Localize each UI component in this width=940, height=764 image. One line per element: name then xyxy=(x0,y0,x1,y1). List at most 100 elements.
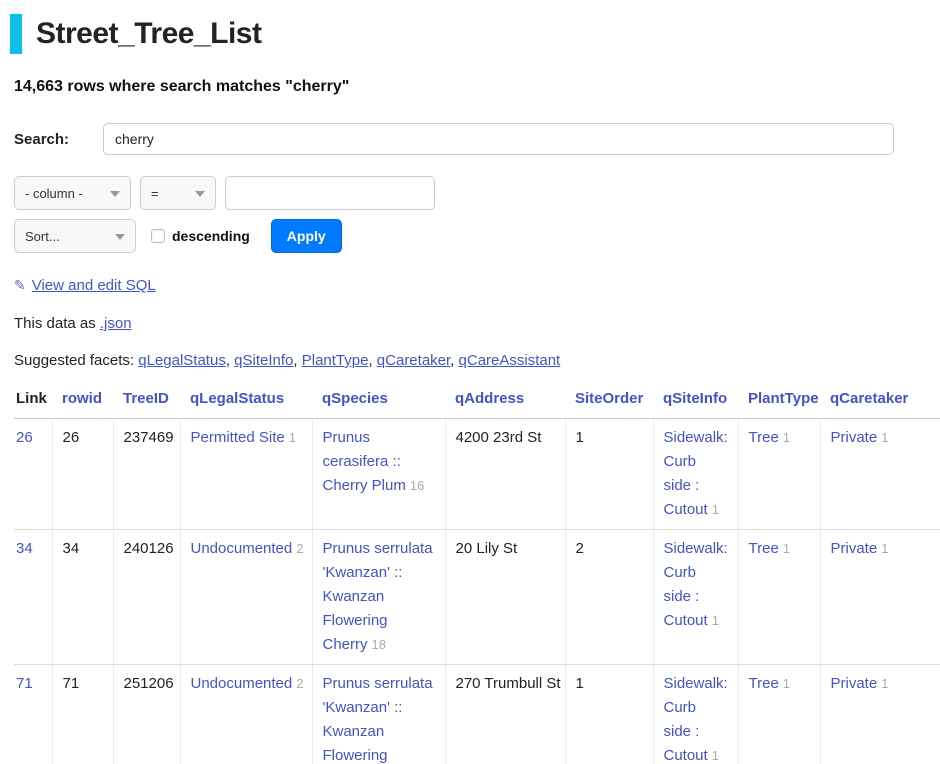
accent-bar xyxy=(10,14,22,54)
operator-select[interactable]: = xyxy=(140,176,216,210)
table-header-row: Link rowid TreeID qLegalStatus qSpecies … xyxy=(14,383,940,419)
column-header-qsiteinfo[interactable]: qSiteInfo xyxy=(653,383,738,419)
chevron-down-icon xyxy=(195,191,205,197)
cell-qaddress: 270 Trumbull St xyxy=(445,665,565,764)
facets-label: Suggested facets: xyxy=(14,352,138,369)
cell-qaddress: 4200 23rd St xyxy=(445,419,565,530)
facet-link-qsiteinfo[interactable]: qSiteInfo xyxy=(234,352,293,369)
cell-qspecies: Prunus serrulata 'Kwanzan' :: Kwanzan Fl… xyxy=(312,665,445,764)
cell-link: 34 xyxy=(14,530,52,665)
cell-qcaretaker: Private1 xyxy=(820,419,940,530)
cell-qspecies: Prunus serrulata 'Kwanzan' :: Kwanzan Fl… xyxy=(312,530,445,665)
suggested-facets-row: Suggested facets: qLegalStatus, qSiteInf… xyxy=(14,352,926,369)
cell-qspecies: Prunus cerasifera :: Cherry Plum16 xyxy=(312,419,445,530)
facet-value-link[interactable]: Tree xyxy=(749,540,779,557)
sort-select-value: Sort... xyxy=(25,229,60,244)
chevron-down-icon xyxy=(115,234,125,240)
facet-count: 2 xyxy=(296,541,303,556)
cell-qlegalstatus: Undocumented2 xyxy=(180,530,312,665)
table-row: 26 26 237469 Permitted Site 1 Prunus cera… xyxy=(14,419,940,530)
view-edit-sql-link[interactable]: View and edit SQL xyxy=(32,277,156,294)
facet-value-link[interactable]: Undocumented xyxy=(191,675,293,692)
facet-count: 1 xyxy=(712,502,719,517)
row-link[interactable]: 26 xyxy=(16,429,33,446)
facet-link-qcareassistant[interactable]: qCareAssistant xyxy=(459,352,561,369)
facet-link-planttype[interactable]: PlantType xyxy=(302,352,369,369)
column-header-qcaretaker[interactable]: qCaretaker xyxy=(820,383,940,419)
column-header-rowid[interactable]: rowid xyxy=(52,383,113,419)
cell-qcaretaker: Private1 xyxy=(820,665,940,764)
data-export-row: This data as .json xyxy=(14,315,926,332)
facet-value-link[interactable]: Undocumented xyxy=(191,540,293,557)
cell-treeid: 251206 xyxy=(113,665,180,764)
cell-siteorder: 1 xyxy=(565,419,653,530)
facet-value-link[interactable]: Tree xyxy=(749,675,779,692)
sort-row: Sort... descending Apply xyxy=(14,219,926,253)
descending-label: descending xyxy=(172,228,250,244)
filter-value-input[interactable] xyxy=(225,176,435,210)
cell-rowid: 71 xyxy=(52,665,113,764)
sort-select[interactable]: Sort... xyxy=(14,219,136,253)
cell-qsiteinfo: Sidewalk: Curb side : Cutout1 xyxy=(653,530,738,665)
cell-siteorder: 2 xyxy=(565,530,653,665)
cell-siteorder: 1 xyxy=(565,665,653,764)
cell-qlegalstatus: Undocumented2 xyxy=(180,665,312,764)
cell-rowid: 34 xyxy=(52,530,113,665)
column-select[interactable]: - column - xyxy=(14,176,131,210)
column-header-planttype[interactable]: PlantType xyxy=(738,383,820,419)
cell-treeid: 237469 xyxy=(113,419,180,530)
column-header-qaddress[interactable]: qAddress xyxy=(445,383,565,419)
facet-value-link[interactable]: Tree xyxy=(749,429,779,446)
page-header: Street_Tree_List xyxy=(10,14,926,54)
apply-button[interactable]: Apply xyxy=(271,219,342,253)
facet-value-link[interactable]: Private xyxy=(831,540,878,557)
facet-count: 1 xyxy=(712,613,719,628)
column-header-qspecies[interactable]: qSpecies xyxy=(312,383,445,419)
facet-link-qlegalstatus[interactable]: qLegalStatus xyxy=(138,352,226,369)
facet-count: 18 xyxy=(372,637,386,652)
facet-value-link[interactable]: Prunus serrulata 'Kwanzan' :: Kwanzan Fl… xyxy=(323,675,433,764)
data-as-prefix: This data as xyxy=(14,315,100,332)
search-row: Search: xyxy=(14,123,926,155)
row-count-summary: 14,663 rows where search matches "cherry… xyxy=(14,78,926,96)
facet-count: 1 xyxy=(783,541,790,556)
page-title: Street_Tree_List xyxy=(36,14,261,54)
column-header-treeid[interactable]: TreeID xyxy=(113,383,180,419)
cell-qsiteinfo: Sidewalk: Curb side : Cutout1 xyxy=(653,665,738,764)
facet-count: 16 xyxy=(410,478,424,493)
row-link[interactable]: 34 xyxy=(16,540,33,557)
cell-planttype: Tree 1 xyxy=(738,665,820,764)
cell-planttype: Tree 1 xyxy=(738,419,820,530)
row-link[interactable]: 71 xyxy=(16,675,33,692)
facet-count: 1 xyxy=(783,430,790,445)
facet-value-link[interactable]: Private xyxy=(831,675,878,692)
facet-count: 1 xyxy=(881,541,888,556)
facet-count: 2 xyxy=(296,676,303,691)
table-row: 34 34 240126 Undocumented2 Prunus serrul… xyxy=(14,530,940,665)
facet-count: 1 xyxy=(712,748,719,763)
facet-value-link[interactable]: Permitted Site xyxy=(191,429,285,446)
table-row: 71 71 251206 Undocumented2 Prunus serrul… xyxy=(14,665,940,764)
facet-count: 1 xyxy=(289,430,296,445)
search-input[interactable] xyxy=(103,123,894,155)
descending-checkbox[interactable] xyxy=(151,229,165,243)
facet-value-link[interactable]: Private xyxy=(831,429,878,446)
cell-link: 71 xyxy=(14,665,52,764)
cell-rowid: 26 xyxy=(52,419,113,530)
cell-qlegalstatus: Permitted Site 1 xyxy=(180,419,312,530)
facet-count: 1 xyxy=(881,430,888,445)
results-table: Link rowid TreeID qLegalStatus qSpecies … xyxy=(14,383,940,764)
facet-count: 1 xyxy=(783,676,790,691)
facet-count: 1 xyxy=(881,676,888,691)
cell-link: 26 xyxy=(14,419,52,530)
chevron-down-icon xyxy=(110,191,120,197)
cell-qcaretaker: Private1 xyxy=(820,530,940,665)
column-header-siteorder[interactable]: SiteOrder xyxy=(565,383,653,419)
facet-link-qcaretaker[interactable]: qCaretaker xyxy=(377,352,450,369)
facet-value-link[interactable]: Prunus cerasifera :: Cherry Plum xyxy=(323,429,406,494)
cell-qaddress: 20 Lily St xyxy=(445,530,565,665)
search-label: Search: xyxy=(14,131,103,148)
column-header-qlegalstatus[interactable]: qLegalStatus xyxy=(180,383,312,419)
json-link[interactable]: .json xyxy=(100,315,132,332)
sql-link-row: ✎View and edit SQL xyxy=(14,277,926,294)
